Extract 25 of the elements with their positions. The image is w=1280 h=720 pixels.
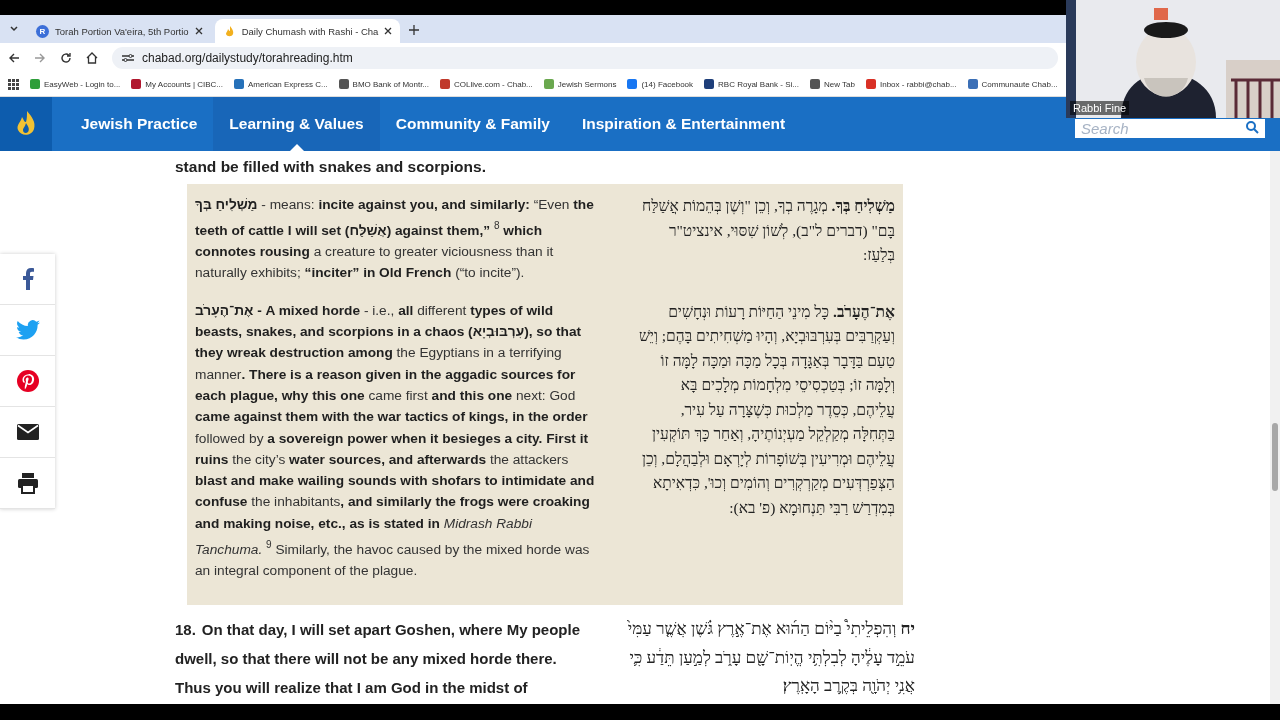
bookmark[interactable]: Inbox - rabbi@chab... — [865, 79, 957, 89]
bookmark[interactable]: American Express C... — [234, 79, 328, 89]
browser-tab[interactable]: Daily Chumash with Rashi - Cha — [214, 19, 401, 43]
bookmark[interactable]: (14) Facebook — [627, 79, 694, 89]
browser-tab[interactable]: R Torah Portion Va'eira, 5th Portio — [28, 19, 211, 43]
verse-english: 18. On that day, I will set apart Goshen, where My people dwell, so that there will not be any mixed horde there. Thus you will realize that I am God in the midst of — [175, 620, 581, 699]
verse-hebrew: יח וְהִפְלֵיתִי֩ בַיּ֨וֹם הַה֜וּא אֶת־אֶ֣רֶץ גֹּ֗שֶׁן אֲשֶׁ֤ר עַמִּי֙ עֹמֵ֣ד עָלֶ֔יהָ לְבִלְתִּ֥י הֱיֽוֹת־שָׁ֖ם עָרֹ֑ב לְמַ֣עַן תֵּדַ֔ע כִּ֛י אֲנִ֥י יְהֹוָ֖ה בְּקֶ֥רֶב הָאָֽרֶץ׃ — [626, 618, 915, 698]
nav-item[interactable]: Community & Family — [379, 97, 566, 151]
nav-item[interactable]: Learning & Values — [213, 97, 380, 151]
search-field[interactable]: Search — [1075, 119, 1265, 138]
commentary-hebrew: מַשְׁלִיחַ בְּךָ. מְגָרֶה בְךָ, וְכֵן "וְשֶׁן בְּהֵמוֹת אֲשַׁלַּח בָּם" (דברים ל"ב), לְשׁוֹן שִׁסּוּי, אינציט"ר בְּלַעַז: — [641, 196, 895, 265]
bookmark[interactable]: RBC Royal Bank - Si... — [704, 79, 799, 89]
address-bar[interactable]: chabad.org/dailystudy/torahreading.htm — [112, 46, 1058, 69]
bookmark[interactable]: Jewish Sermons — [543, 79, 617, 89]
tab-favicon: R — [36, 24, 49, 38]
bookmark[interactable]: BMO Bank of Montr... — [338, 79, 430, 89]
bookmark[interactable]: My Accounts | CIBC... — [131, 79, 223, 89]
bookmark[interactable]: COLlive.com - Chab... — [440, 79, 533, 89]
bookmark[interactable]: Communaute Chab... — [967, 79, 1058, 89]
bookmark[interactable]: EasyWeb - Login to... — [30, 79, 121, 89]
nav-item[interactable]: Inspiration & Entertainment — [565, 97, 802, 151]
paragraph: stand be filled with snakes and scorpions. — [175, 158, 487, 176]
bookmark[interactable]: New Tab — [809, 79, 855, 89]
commentary-hebrew: אֶת־הֶעָרֹב. כָּל מִינֵי הַחַיּוֹת רָעוֹת וּנְחָשִׁים וְעַקְרַבִּים בְּעִרְבּוּבְיָא, וְהָיוּ מַשְׁחִיתִים בָּהֶם; וְיֵשׁ טַעַם בַּדָּבָר בְּאַגָּדָה בְּכָל מַכָּה וּמַכָּה לָמָּה זוֹ וְלָמָּה זוֹ; בְּטַכְסִיסֵי מִלְחָמוֹת מְלָכִים בָּא עֲלֵיהֶם, כְּסֵדֶר מַלְכוּת כְּשֶׁצָּרָה עַל עִיר, בַּתְּחִלָּה מְקַלְקֵל מַעְיְנוֹתֶיהָ, וְאַחַר כָּךְ תּוֹקְעִין עֲלֵיהֶם וּמְרִיעִין בְּשׁוֹפָרוֹת לְיָרְאָם וּלְבַהֲלָם, וְכֵן הַצְּפַרְדְּעִים מְקַרְקְרִים וְהוֹמִים וְכוּ', כִּדְאִיתָא בְּמִדְרַשׁ רַבִּי תַּנְחוּמָא (פ' בא): — [637, 301, 895, 518]
nav-item[interactable]: Jewish Practice — [65, 97, 214, 151]
